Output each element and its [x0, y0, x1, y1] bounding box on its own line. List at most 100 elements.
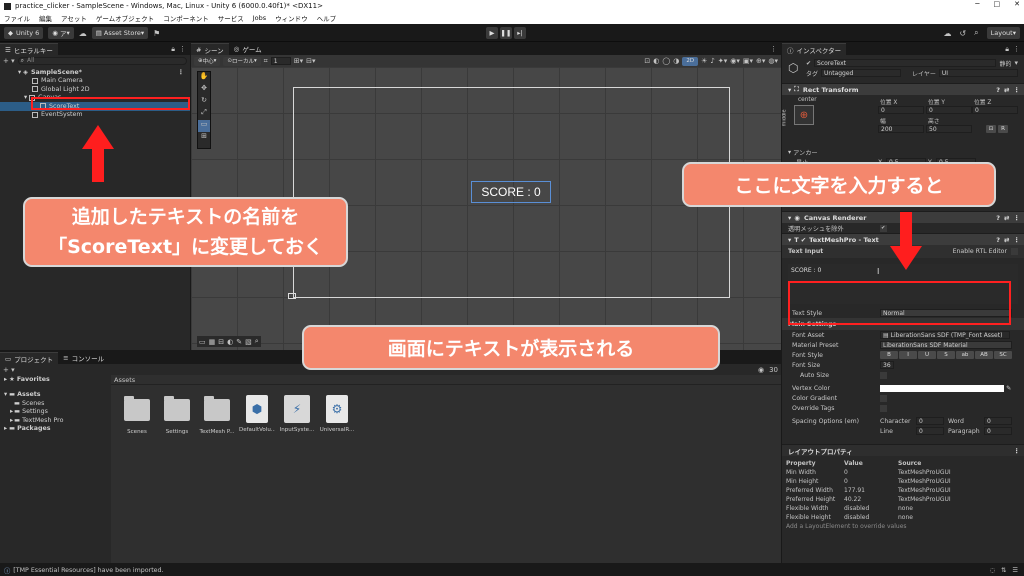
- move-tool-icon[interactable]: ✥: [198, 84, 210, 96]
- search-icon[interactable]: ⌕: [974, 28, 978, 38]
- transform-tool-icon[interactable]: ⊞: [198, 132, 210, 144]
- raw-edit-button[interactable]: R: [998, 125, 1008, 133]
- add-asset-button[interactable]: + ▾: [3, 366, 15, 374]
- snap-icon[interactable]: ⊟▾: [306, 57, 315, 65]
- more-icon[interactable]: ⋮: [1014, 86, 1021, 94]
- font-style-smallcaps[interactable]: SC: [994, 351, 1012, 359]
- grid-paint-icon[interactable]: ▦: [209, 338, 216, 346]
- space-dropdown[interactable]: ⊙ ローカル ▾: [223, 56, 261, 66]
- tree-assets[interactable]: ▾ ▬ Assets: [0, 391, 110, 400]
- lit-icon[interactable]: ◑: [673, 57, 679, 65]
- tmp-enabled-checkbox[interactable]: ✔: [801, 236, 806, 244]
- assets-breadcrumb[interactable]: Assets: [114, 376, 135, 384]
- shading-icon[interactable]: ⊡: [644, 57, 650, 65]
- anchor-preset-button[interactable]: ⊕: [794, 105, 814, 125]
- gizmos-icon[interactable]: ⊕▾: [756, 57, 765, 65]
- settings-icon[interactable]: ⇄: [1004, 86, 1009, 94]
- layout-dropdown[interactable]: Layout ▾: [986, 27, 1020, 39]
- cloud-build-icon[interactable]: ☁: [943, 29, 951, 38]
- font-style-italic[interactable]: I: [899, 351, 917, 359]
- line-spacing-input[interactable]: 0: [916, 427, 944, 435]
- lock-icon[interactable]: 🔒︎: [171, 45, 175, 54]
- asset-input-system[interactable]: ⚡ InputSyste...: [279, 395, 315, 433]
- cloud-icon[interactable]: ☁: [79, 29, 87, 38]
- asset-store-button[interactable]: ▤ Asset Store ▾: [91, 27, 149, 39]
- override-tags-checkbox[interactable]: [880, 404, 887, 412]
- layers-icon[interactable]: ⊟: [218, 338, 224, 346]
- tree-textmeshpro[interactable]: ▸ ▬ TextMesh Pro: [0, 416, 110, 425]
- shaded-sphere-icon[interactable]: ◐: [653, 57, 659, 65]
- tab-project[interactable]: ▭ プロジェクト: [0, 352, 59, 364]
- more-icon[interactable]: ⋮: [1014, 214, 1021, 222]
- maximize-button[interactable]: □: [994, 0, 1001, 8]
- globe-icon[interactable]: ◍▾: [768, 57, 778, 65]
- character-spacing-input[interactable]: 0: [916, 417, 944, 425]
- font-size-input[interactable]: 36: [880, 361, 894, 369]
- asset-universal-rp[interactable]: ⚙ UniversalR...: [319, 395, 355, 433]
- tab-console[interactable]: ≡ コンソール: [58, 352, 110, 364]
- word-spacing-input[interactable]: 0: [984, 417, 1012, 425]
- font-style-lowercase[interactable]: ab: [956, 351, 974, 359]
- rect-transform-header[interactable]: ▾ ⛶ Rect Transform? ⇄ ⋮: [782, 83, 1024, 95]
- zoom-icon[interactable]: ⌕: [255, 337, 259, 346]
- lock-icon[interactable]: 🔒︎: [1005, 45, 1009, 54]
- step-button[interactable]: ▸|: [514, 27, 526, 39]
- help-icon[interactable]: ?: [996, 236, 1000, 244]
- font-style-underline[interactable]: U: [918, 351, 936, 359]
- pos-y-input[interactable]: 0: [926, 106, 972, 114]
- camera-icon[interactable]: ▣▾: [743, 57, 753, 65]
- effects-icon[interactable]: ✦▾: [718, 57, 727, 65]
- pos-z-input[interactable]: 0: [972, 106, 1018, 114]
- anchors-foldout[interactable]: ▾ アンカー: [782, 147, 1024, 157]
- cull-mesh-checkbox[interactable]: ✔: [879, 224, 887, 232]
- wireframe-icon[interactable]: ◯: [662, 57, 670, 65]
- sphere-icon[interactable]: ◐: [227, 338, 233, 346]
- hierarchy-item-global-light[interactable]: Global Light 2D: [0, 85, 190, 94]
- tree-scenes[interactable]: ▬ Scenes: [0, 399, 110, 408]
- settings-icon[interactable]: ⇄: [1004, 214, 1009, 222]
- auto-size-checkbox[interactable]: [880, 371, 887, 379]
- scoretext-rect[interactable]: SCORE : 0: [471, 181, 551, 203]
- menu-help[interactable]: ヘルプ: [317, 13, 337, 23]
- grid-size-input[interactable]: 1: [270, 57, 291, 65]
- material-preset-dropdown[interactable]: LiberationSans SDF Material: [880, 341, 1012, 349]
- height-input[interactable]: 50: [926, 125, 972, 133]
- light-icon[interactable]: ☀: [701, 57, 707, 65]
- visibility-icon[interactable]: ◉▾: [730, 57, 740, 65]
- tab-scene[interactable]: # シーン: [191, 43, 229, 55]
- font-style-uppercase[interactable]: AB: [975, 351, 993, 359]
- width-input[interactable]: 200: [878, 125, 924, 133]
- menu-file[interactable]: ファイル: [4, 13, 30, 23]
- color-gradient-checkbox[interactable]: [880, 394, 887, 402]
- hand-tool-icon[interactable]: ✋: [198, 72, 210, 84]
- eye-icon[interactable]: ◉: [758, 366, 764, 374]
- tree-settings[interactable]: ▸ ▬ Settings: [0, 408, 110, 417]
- scale-tool-icon[interactable]: ⤢: [198, 108, 210, 120]
- static-dropdown-icon[interactable]: ▾: [1014, 59, 1018, 67]
- network-icon[interactable]: ⇅: [1001, 567, 1006, 574]
- tree-packages[interactable]: ▸ ▬ Packages: [0, 425, 110, 434]
- more-icon[interactable]: ⋮: [1013, 45, 1020, 53]
- more-icon[interactable]: ⋮: [179, 45, 186, 53]
- pause-button[interactable]: ❚❚: [500, 27, 512, 39]
- tile-icon[interactable]: ▧: [245, 338, 252, 346]
- menu-gameobject[interactable]: ゲームオブジェクト: [96, 13, 154, 23]
- menu-jobs[interactable]: Jobs: [253, 14, 266, 22]
- hierarchy-scene[interactable]: ▾ ◈ SampleScene* ⋮: [0, 68, 190, 77]
- menu-edit[interactable]: 編集: [39, 13, 52, 23]
- rect-select-icon[interactable]: ▭: [199, 338, 206, 346]
- account-button[interactable]: ◉ ア ▾: [48, 27, 74, 39]
- active-checkbox[interactable]: ✔: [806, 60, 811, 67]
- mode-2d-button[interactable]: 2D: [682, 56, 699, 66]
- status-message[interactable]: [TMP Essential Resources] have been impo…: [13, 567, 163, 574]
- asset-folder-textmeshpro[interactable]: TextMesh P...: [199, 395, 235, 435]
- notification-icon[interactable]: ☰: [1012, 567, 1018, 574]
- close-button[interactable]: ✕: [1014, 0, 1020, 8]
- more-icon[interactable]: ⋮: [770, 45, 777, 53]
- more-icon[interactable]: ⋮: [1014, 447, 1021, 455]
- rect-tool-icon[interactable]: ▭: [198, 120, 210, 132]
- undo-history-icon[interactable]: ↺: [959, 29, 966, 38]
- pos-x-input[interactable]: 0: [878, 106, 924, 114]
- brush-icon[interactable]: ✎: [236, 338, 242, 346]
- vertex-color-swatch[interactable]: [880, 384, 1004, 392]
